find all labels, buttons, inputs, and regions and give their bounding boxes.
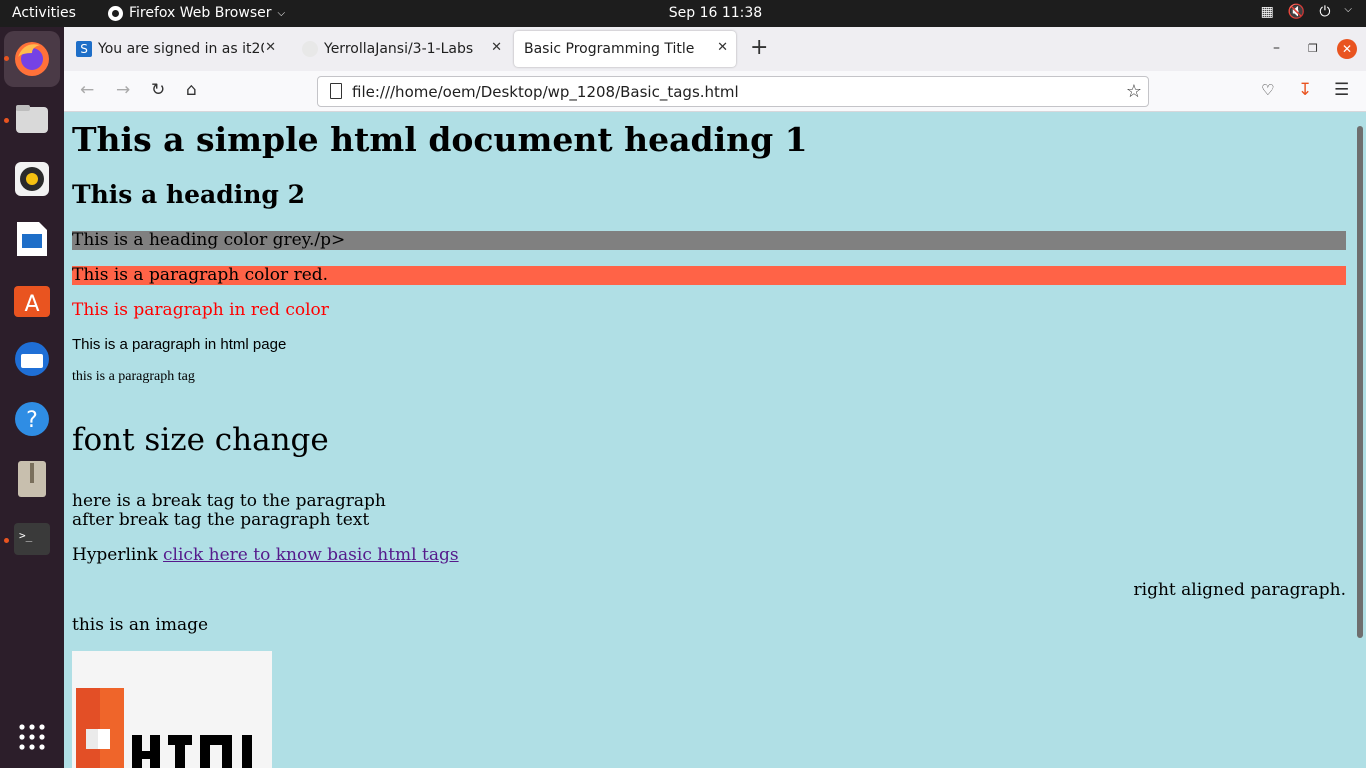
clock[interactable]: Sep 16 11:38 (0, 5, 1366, 21)
tomato-paragraph: This is a paragraph color red. (72, 266, 1346, 285)
show-apps-icon[interactable] (12, 717, 52, 757)
right-aligned-paragraph: right aligned paragraph. (1133, 580, 1346, 600)
page-content: This a simple html document heading 1 Th… (64, 112, 1366, 768)
html5-logo-image (72, 651, 272, 768)
volume-muted-icon[interactable]: 🔇 (1288, 4, 1305, 20)
hyperlink-paragraph: Hyperlink click here to know basic html … (72, 545, 1346, 565)
running-indicator (4, 118, 9, 123)
tab-basic-programming[interactable]: Basic Programming Title ✕ (514, 31, 736, 67)
red-paragraph: This is paragraph in red color (72, 300, 329, 320)
url-text[interactable]: file:///home/oem/Desktop/wp_1208/Basic_t… (352, 83, 739, 101)
grey-paragraph: This is a heading color grey./p> (72, 231, 1346, 250)
image-caption: this is an image (72, 615, 209, 635)
svg-text:A: A (24, 292, 39, 317)
tab-strip: S You are signed in as it201 ✕ YerrollaJ… (64, 27, 1366, 71)
page-icon (330, 83, 342, 99)
rhythmbox-icon[interactable] (12, 159, 52, 199)
heading-1: This a simple html document heading 1 (72, 120, 808, 159)
break-line-1: here is a break tag to the paragraph (72, 491, 386, 511)
running-indicator (4, 56, 9, 61)
close-icon[interactable]: ✕ (265, 40, 276, 55)
restore-icon[interactable]: ❐ (1308, 42, 1318, 55)
forward-arrow-icon[interactable]: → (116, 81, 130, 99)
tab-label: You are signed in as it201 (98, 41, 264, 57)
downloads-icon[interactable]: ↧ (1298, 81, 1312, 99)
window-close-icon[interactable]: ✕ (1337, 39, 1357, 59)
home-icon[interactable]: ⌂ (186, 81, 197, 99)
reload-icon[interactable]: ↻ (151, 81, 165, 99)
s-favicon-icon: S (76, 41, 92, 57)
small-paragraph: this is a paragraph tag (72, 369, 195, 384)
terminal-icon[interactable]: >_ (12, 519, 52, 559)
tab-label: Basic Programming Title (524, 41, 695, 57)
svg-text:?: ? (26, 408, 38, 433)
tab-label: YerrollaJansi/3-1-Labs (324, 41, 474, 57)
close-icon[interactable]: ✕ (491, 40, 502, 55)
chevron-down-icon[interactable]: ⌵ (1344, 4, 1352, 20)
libreoffice-writer-icon[interactable] (12, 219, 52, 259)
archive-manager-icon[interactable] (12, 459, 52, 499)
close-icon[interactable]: ✕ (717, 40, 728, 55)
dock: A ? >_ (0, 27, 64, 768)
bookmark-star-icon[interactable]: ☆ (1126, 81, 1142, 102)
back-arrow-icon[interactable]: ← (80, 81, 94, 99)
github-favicon-icon (302, 41, 318, 57)
font-size-change-text: font size change (72, 422, 329, 458)
new-tab-plus-icon[interactable]: + (750, 37, 768, 59)
basic-html-tags-link[interactable]: click here to know basic html tags (163, 545, 459, 565)
sans-paragraph: This is a paragraph in html page (72, 336, 287, 353)
system-tray[interactable]: ▦ 🔇 ⏻ ⌵ (1261, 4, 1352, 20)
minimize-icon[interactable]: – (1273, 40, 1280, 56)
app-center-icon[interactable]: A (12, 279, 52, 319)
heading-2: This a heading 2 (72, 180, 305, 209)
gnome-top-bar: Activities Firefox Web Browser ⌵ Sep 16 … (0, 0, 1366, 27)
network-icon[interactable]: ▦ (1261, 4, 1274, 20)
thunderbird-icon[interactable] (12, 339, 52, 379)
tab-github[interactable]: YerrollaJansi/3-1-Labs ✕ (292, 31, 510, 67)
files-icon[interactable] (12, 99, 52, 139)
power-icon[interactable]: ⏻ (1319, 4, 1330, 20)
running-indicator (4, 538, 9, 543)
url-bar[interactable]: file:///home/oem/Desktop/wp_1208/Basic_t… (317, 76, 1149, 107)
vertical-scrollbar[interactable] (1357, 126, 1363, 638)
hyperlink-label: Hyperlink (72, 545, 158, 565)
tab-signed-in[interactable]: S You are signed in as it201 ✕ (66, 31, 284, 67)
help-icon[interactable]: ? (12, 399, 52, 439)
pocket-icon[interactable]: ♡ (1261, 81, 1274, 99)
firefox-icon[interactable] (4, 31, 60, 87)
navigation-toolbar: ← → ↻ ⌂ file:///home/oem/Desktop/wp_1208… (64, 71, 1366, 112)
break-line-2: after break tag the paragraph text (72, 510, 370, 530)
hamburger-menu-icon[interactable]: ☰ (1334, 81, 1349, 99)
svg-text:>_: >_ (19, 529, 33, 542)
